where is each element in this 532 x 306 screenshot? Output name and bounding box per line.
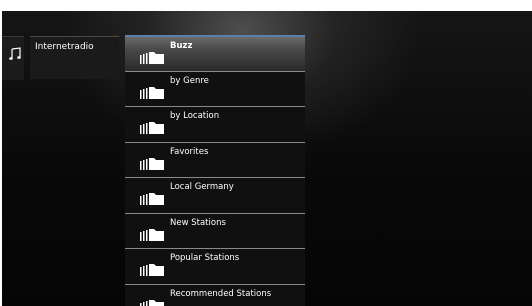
folder-bars-icon: [140, 299, 164, 306]
menu-item-popular-stations[interactable]: Popular Stations: [125, 248, 305, 284]
category-internetradio[interactable]: Internetradio: [30, 36, 119, 79]
menu-item-by-genre[interactable]: by Genre: [125, 70, 305, 106]
music-tab[interactable]: [2, 36, 24, 80]
menu-item-label: New Stations: [170, 217, 226, 228]
folder-bars-icon: [140, 193, 164, 205]
menu-item-by-location[interactable]: by Location: [125, 106, 305, 142]
menu-item-label: Favorites: [170, 146, 209, 157]
folder-bars-icon: [140, 122, 164, 134]
folder-bars-icon: [140, 86, 164, 99]
menu-item-label: by Location: [170, 111, 220, 121]
menu-item-local-germany[interactable]: Local Germany: [125, 177, 305, 213]
folder-bars-icon: [140, 228, 164, 241]
folder-bars-icon: [140, 157, 164, 170]
music-note-icon: [9, 47, 21, 60]
menu-item-label: Popular Stations: [170, 253, 240, 263]
tv-screen: Internetradio Buzz by Genre by Location …: [2, 11, 532, 306]
station-menu: Buzz by Genre by Location Favorites Loca…: [125, 35, 305, 306]
folder-bars-icon: [140, 52, 164, 64]
menu-item-new-stations[interactable]: New Stations: [125, 212, 305, 248]
menu-item-buzz[interactable]: Buzz: [125, 35, 305, 71]
menu-item-label: Local Germany: [170, 182, 234, 192]
menu-item-label: Buzz: [170, 41, 193, 51]
folder-bars-icon: [140, 264, 164, 276]
menu-item-label: Recommended Stations: [170, 288, 272, 299]
menu-item-favorites[interactable]: Favorites: [125, 141, 305, 177]
menu-item-label: by Genre: [170, 75, 209, 86]
menu-item-recommended-stations[interactable]: Recommended Stations: [125, 283, 305, 306]
category-label: Internetradio: [35, 42, 94, 52]
